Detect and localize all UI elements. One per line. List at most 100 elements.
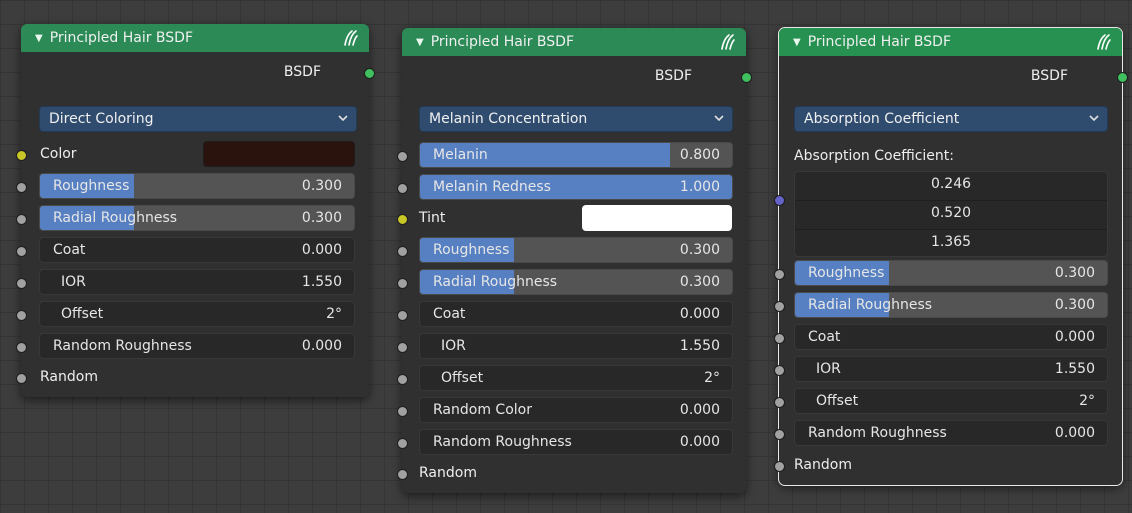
offset-field[interactable]: Offset 2°: [419, 365, 733, 391]
node-header[interactable]: ▼ Principled Hair BSDF: [779, 28, 1122, 56]
random-roughness-socket[interactable]: [397, 438, 408, 449]
node-direct-coloring[interactable]: ▼ Principled Hair BSDF BSDF Direct Color…: [16, 24, 375, 397]
offset-socket[interactable]: [774, 397, 785, 408]
ior-field[interactable]: IOR 1.550: [419, 333, 733, 359]
color-swatch[interactable]: [203, 141, 355, 167]
melanin-slider[interactable]: Melanin 0.800: [419, 142, 733, 168]
random-color-label: Random Color: [433, 402, 532, 418]
node-header[interactable]: ▼ Principled Hair BSDF: [402, 28, 746, 56]
output-bsdf-socket[interactable]: [1117, 72, 1128, 83]
random-roughness-field[interactable]: Random Roughness 0.000: [794, 420, 1108, 446]
random-roughness-socket[interactable]: [16, 342, 27, 353]
absorption-coefficient-socket[interactable]: [774, 195, 785, 206]
roughness-value: 0.300: [1054, 265, 1095, 281]
ior-socket[interactable]: [397, 342, 408, 353]
offset-socket[interactable]: [397, 374, 408, 385]
coat-socket[interactable]: [397, 310, 408, 321]
absorption-y-value[interactable]: 0.520: [795, 205, 1107, 221]
random-roughness-value: 0.000: [679, 434, 720, 450]
roughness-slider[interactable]: Roughness 0.300: [794, 260, 1108, 286]
random-socket[interactable]: [16, 373, 27, 384]
absorption-z-value[interactable]: 1.365: [795, 234, 1107, 250]
absorption-coefficient-vector[interactable]: 0.246 0.520 1.365: [794, 171, 1108, 257]
coat-field[interactable]: Coat 0.000: [419, 301, 733, 327]
chevron-down-icon: [1089, 115, 1099, 122]
ior-label: IOR: [61, 274, 86, 290]
coat-socket[interactable]: [774, 333, 785, 344]
output-bsdf-socket[interactable]: [364, 68, 375, 79]
roughness-socket[interactable]: [774, 269, 785, 280]
offset-socket[interactable]: [16, 310, 27, 321]
melanin-label: Melanin: [433, 147, 488, 163]
roughness-socket[interactable]: [16, 182, 27, 193]
radial-roughness-slider[interactable]: Radial Roughness 0.300: [419, 269, 733, 295]
node-title: Principled Hair BSDF: [430, 34, 575, 50]
roughness-value: 0.300: [679, 242, 720, 258]
coat-label: Coat: [808, 329, 841, 345]
random-roughness-field[interactable]: Random Roughness 0.000: [419, 429, 733, 455]
random-roughness-socket[interactable]: [774, 429, 785, 440]
output-bsdf-socket[interactable]: [741, 72, 752, 83]
melanin-redness-slider[interactable]: Melanin Redness 1.000: [419, 174, 733, 200]
tint-socket[interactable]: [397, 214, 408, 225]
coat-socket[interactable]: [16, 246, 27, 257]
offset-label: Offset: [816, 393, 859, 409]
color-socket[interactable]: [16, 150, 27, 161]
random-roughness-field[interactable]: Random Roughness 0.000: [39, 333, 355, 359]
offset-value: 2°: [326, 306, 342, 322]
melanin-socket[interactable]: [397, 151, 408, 162]
absorption-coefficient-label: Absorption Coefficient:: [794, 148, 955, 164]
roughness-slider[interactable]: Roughness 0.300: [39, 173, 355, 199]
random-roughness-label: Random Roughness: [808, 425, 947, 441]
radial-roughness-socket[interactable]: [397, 278, 408, 289]
random-color-socket[interactable]: [397, 406, 408, 417]
radial-roughness-socket[interactable]: [774, 301, 785, 312]
random-socket[interactable]: [397, 469, 408, 480]
parametrization-dropdown[interactable]: Absorption Coefficient: [794, 106, 1108, 132]
radial-roughness-slider[interactable]: Radial Roughness 0.300: [794, 292, 1108, 318]
collapse-arrow-icon[interactable]: ▼: [35, 33, 43, 44]
radial-roughness-label: Radial Roughness: [808, 297, 933, 313]
tint-swatch[interactable]: [582, 205, 732, 231]
offset-field[interactable]: Offset 2°: [794, 388, 1108, 414]
node-header[interactable]: ▼ Principled Hair BSDF: [21, 24, 369, 52]
absorption-x-value[interactable]: 0.246: [795, 176, 1107, 192]
coat-value: 0.000: [301, 242, 342, 258]
random-color-field[interactable]: Random Color 0.000: [419, 397, 733, 423]
vector-divider: [795, 200, 1107, 201]
ior-socket[interactable]: [774, 365, 785, 376]
ior-value: 1.550: [1054, 361, 1095, 377]
output-bsdf-label: BSDF: [654, 68, 692, 84]
random-socket[interactable]: [774, 461, 785, 472]
roughness-slider[interactable]: Roughness 0.300: [419, 237, 733, 263]
coat-field[interactable]: Coat 0.000: [39, 237, 355, 263]
roughness-socket[interactable]: [397, 246, 408, 257]
output-bsdf-label: BSDF: [283, 64, 321, 80]
node-absorption-coefficient[interactable]: ▼ Principled Hair BSDF BSDF Absorption C…: [774, 27, 1128, 486]
roughness-label: Roughness: [808, 265, 885, 281]
coat-value: 0.000: [1054, 329, 1095, 345]
collapse-arrow-icon[interactable]: ▼: [416, 37, 424, 48]
coat-field[interactable]: Coat 0.000: [794, 324, 1108, 350]
melanin-redness-socket[interactable]: [397, 183, 408, 194]
parametrization-dropdown[interactable]: Melanin Concentration: [419, 106, 733, 132]
parametrization-dropdown[interactable]: Direct Coloring: [39, 106, 357, 132]
random-label: Random: [419, 465, 477, 481]
offset-field[interactable]: Offset 2°: [39, 301, 355, 327]
melanin-redness-label: Melanin Redness: [433, 179, 551, 195]
ior-field[interactable]: IOR 1.550: [794, 356, 1108, 382]
node-melanin-concentration[interactable]: ▼ Principled Hair BSDF BSDF Melanin Conc…: [397, 28, 752, 493]
ior-field[interactable]: IOR 1.550: [39, 269, 355, 295]
collapse-arrow-icon[interactable]: ▼: [793, 37, 801, 48]
parametrization-value: Melanin Concentration: [429, 111, 588, 127]
node-title: Principled Hair BSDF: [49, 30, 194, 46]
ior-socket[interactable]: [16, 278, 27, 289]
random-roughness-value: 0.000: [1054, 425, 1095, 441]
hair-bsdf-icon: [1097, 34, 1111, 50]
ior-label: IOR: [441, 338, 466, 354]
radial-roughness-socket[interactable]: [16, 214, 27, 225]
random-roughness-label: Random Roughness: [53, 338, 192, 354]
radial-roughness-slider[interactable]: Radial Roughness 0.300: [39, 205, 355, 231]
radial-roughness-label: Radial Roughness: [53, 210, 178, 226]
roughness-label: Roughness: [433, 242, 510, 258]
